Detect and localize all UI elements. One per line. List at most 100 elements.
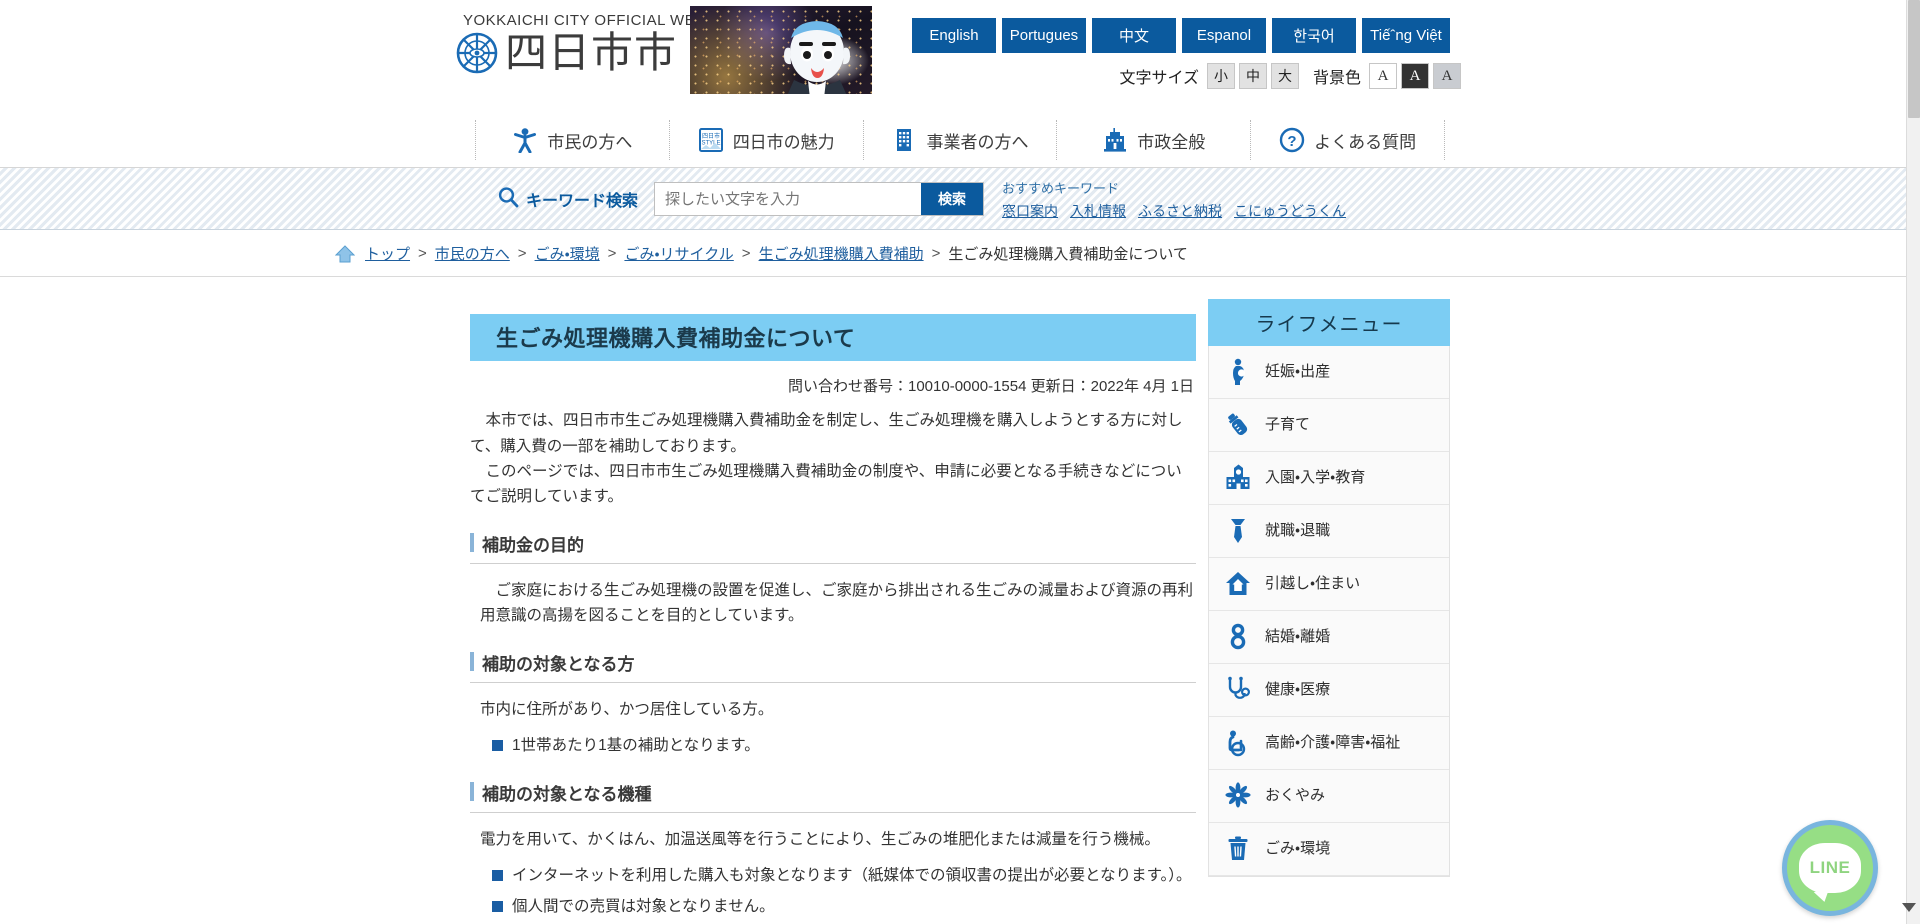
- school-icon: [1225, 464, 1251, 492]
- breadcrumb-link-subsidy[interactable]: 生ごみ処理機購入費補助: [759, 243, 924, 264]
- sidebar-item-moving-housing[interactable]: 引越し・住まい: [1209, 558, 1449, 611]
- sidebar-item-pregnancy[interactable]: 妊娠・出産: [1209, 346, 1449, 399]
- trash-bin-icon: [1225, 835, 1251, 863]
- breadcrumb: トップ > 市民の方へ > ごみ・環境 > ごみ・リサイクル > 生ごみ処理機購…: [334, 230, 1585, 277]
- brand-supertitle: YOKKAICHI CITY OFFICIAL WEBSITE: [463, 12, 742, 29]
- konyudo-kun-mascot-icon: [784, 21, 850, 94]
- svg-text:STYLE: STYLE: [701, 141, 720, 147]
- suggested-keywords-title: おすすめキーワード: [1002, 180, 1120, 196]
- keyword-search-text: キーワード検索: [526, 193, 639, 210]
- bg-color-label: 背景色: [1312, 70, 1361, 87]
- header-hero-image: [690, 6, 872, 94]
- suggested-keyword-link-furusato[interactable]: ふるさと納税: [1138, 201, 1222, 221]
- lang-button-espanol[interactable]: Espanol: [1182, 18, 1266, 53]
- breadcrumb-link-top[interactable]: トップ: [365, 243, 410, 264]
- page-meta-info: 問い合わせ番号：10010-0000-1554 更新日：2022年 4月 1日: [788, 378, 1194, 396]
- section-body-purpose: ご家庭における生ごみ処理機の設置を促進し、ご家庭から排出される生ごみの減量および…: [470, 578, 1196, 628]
- question-mark-icon: ?: [1279, 127, 1305, 153]
- suggested-keywords: おすすめキーワード 窓口案内 入札情報 ふるさと納税 こにゅうどうくん: [1002, 178, 1346, 221]
- gnav-label: 市民の方へ: [547, 132, 633, 152]
- search-submit-button[interactable]: 検索: [921, 183, 984, 215]
- breadcrumb-link-garbage-recycle[interactable]: ごみ・リサイクル: [624, 243, 733, 264]
- line-share-button[interactable]: LINE: [1782, 820, 1878, 916]
- sidebar-title: ライフメニュー: [1208, 299, 1450, 346]
- accessibility-preferences: 文字サイズ 小 中 大 背景色 A A A: [1119, 63, 1465, 89]
- gnav-label: 四日市の魅力: [732, 132, 835, 152]
- home-icon: [334, 244, 356, 264]
- sidebar-item-label: 子育て: [1265, 415, 1311, 433]
- section-paragraph: 市内に住所があり、かつ居住している方。: [480, 701, 774, 719]
- sidebar-item-education[interactable]: 入園・入学・教育: [1209, 452, 1449, 505]
- flower-icon: [1225, 782, 1251, 810]
- global-navigation: 市民の方へ 四日市 STYLE 四日市の魅力 事業者の方へ 市政全般 ? よくあ…: [0, 112, 1920, 168]
- lang-button-portugues[interactable]: Portugues: [1002, 18, 1086, 53]
- sidebar-item-label: 妊娠・出産: [1265, 362, 1331, 380]
- lang-button-chinese[interactable]: 中文: [1092, 18, 1176, 53]
- suggested-keyword-link-konyudokun[interactable]: こにゅうどうくん: [1234, 201, 1346, 221]
- sidebar-item-label: ごみ・環境: [1265, 839, 1331, 857]
- search-bar: キーワード検索 検索 おすすめキーワード 窓口案内 入札情報 ふるさと納税 こに…: [0, 168, 1920, 230]
- breadcrumb-separator: >: [741, 245, 751, 262]
- breadcrumb-link-garbage-environment[interactable]: ごみ・環境: [535, 243, 600, 264]
- section-body-eligible-models: 電力を用いて、かくはん、加温送風等を行うことにより、生ごみの堆肥化または減量を行…: [470, 827, 1196, 919]
- sidebar-item-label: 健康・医療: [1265, 680, 1331, 698]
- scrollbar-thumb[interactable]: [1908, 0, 1920, 118]
- breadcrumb-band: トップ > 市民の方へ > ごみ・環境 > ごみ・リサイクル > 生ごみ処理機購…: [0, 230, 1920, 277]
- gnav-item-citizens[interactable]: 市民の方へ: [475, 120, 669, 160]
- wheelchair-icon: [1225, 729, 1251, 757]
- bg-color-white-button[interactable]: A: [1369, 63, 1397, 89]
- sidebar-item-label: 高齢・介護・障害・福祉: [1265, 733, 1401, 751]
- text-size-large-button[interactable]: 大: [1270, 63, 1299, 89]
- breadcrumb-separator: >: [418, 245, 427, 262]
- scroll-down-caret-icon[interactable]: [1902, 903, 1916, 912]
- page-scrollbar[interactable]: [1906, 0, 1920, 924]
- pregnancy-icon: [1225, 358, 1251, 386]
- text-size-medium-button[interactable]: 中: [1238, 63, 1267, 89]
- intro-paragraph: このページでは、四日市市生ごみ処理機購入費補助金の制度や、申請に必要となる手続き…: [470, 462, 1182, 505]
- page-root: YOKKAICHI CITY OFFICIAL WEBSITE 四日市市 Eng…: [0, 0, 1920, 924]
- lang-button-korean[interactable]: 한국어: [1272, 18, 1356, 53]
- intro-paragraph: 本市では、四日市市生ごみ処理機購入費補助金を制定し、生ごみ処理機を購入しようとす…: [470, 412, 1183, 455]
- sidebar-item-condolences[interactable]: おくやみ: [1209, 770, 1449, 823]
- stethoscope-icon: [1225, 676, 1251, 704]
- suggested-keyword-link-madoguchi[interactable]: 窓口案内: [1002, 201, 1058, 221]
- lang-button-vietnamese[interactable]: Tiếˆng Việt: [1362, 18, 1450, 53]
- section-paragraph: ご家庭における生ごみ処理機の設置を促進し、ご家庭から排出される生ごみの減量および…: [480, 582, 1194, 625]
- line-label: LINE: [1809, 858, 1851, 877]
- sidebar-item-elderly-welfare[interactable]: 高齢・介護・障害・福祉: [1209, 717, 1449, 770]
- life-menu-list: 妊娠・出産 子育て 入園・入学・教育 就職・退職 引越し・住まい 結婚・離婚 健…: [1208, 346, 1450, 877]
- search-field-group: 検索: [654, 182, 985, 216]
- section-heading-eligible-models: 補助の対象となる機種: [470, 780, 1196, 813]
- search-input[interactable]: [655, 183, 922, 215]
- house-icon: [1225, 570, 1251, 598]
- site-logo[interactable]: YOKKAICHI CITY OFFICIAL WEBSITE 四日市市: [455, 12, 742, 90]
- gnav-item-businesses[interactable]: 事業者の方へ: [862, 120, 1057, 160]
- suggested-keyword-link-nyusatsu[interactable]: 入札情報: [1070, 201, 1126, 221]
- breadcrumb-separator: >: [931, 245, 941, 262]
- sidebar-item-label: 引越し・住まい: [1265, 574, 1361, 592]
- svg-text:四日市: 四日市: [702, 132, 720, 140]
- main-column: 生ごみ処理機購入費補助金について 問い合わせ番号：10010-0000-1554…: [470, 299, 1196, 924]
- page-title: 生ごみ処理機購入費補助金について: [470, 313, 1196, 361]
- sidebar-item-garbage-environment[interactable]: ごみ・環境: [1209, 823, 1449, 876]
- section-heading-purpose: 補助金の目的: [470, 531, 1196, 564]
- sidebar-item-health-medical[interactable]: 健康・医療: [1209, 664, 1449, 717]
- breadcrumb-link-citizens[interactable]: 市民の方へ: [435, 243, 510, 264]
- brand-name: 四日市市: [505, 28, 678, 77]
- bg-color-black-button[interactable]: A: [1401, 63, 1429, 89]
- lang-button-english[interactable]: English: [912, 18, 996, 53]
- office-building-icon: [891, 127, 917, 153]
- style-badge-icon: 四日市 STYLE: [698, 127, 724, 153]
- bg-color-gray-button[interactable]: A: [1433, 63, 1461, 89]
- text-size-small-button[interactable]: 小: [1206, 63, 1235, 89]
- gnav-item-city-government[interactable]: 市政全般: [1056, 120, 1250, 160]
- sidebar-item-marriage-divorce[interactable]: 結婚・離婚: [1209, 611, 1449, 664]
- sidebar-item-label: おくやみ: [1265, 786, 1326, 804]
- necktie-icon: [1225, 517, 1251, 545]
- gnav-item-faq[interactable]: ? よくある質問: [1250, 120, 1445, 160]
- sidebar-item-employment[interactable]: 就職・退職: [1209, 505, 1449, 558]
- gnav-item-attractions[interactable]: 四日市 STYLE 四日市の魅力: [668, 120, 863, 160]
- sidebar-item-childcare[interactable]: 子育て: [1209, 399, 1449, 452]
- sidebar-item-label: 入園・入学・教育: [1265, 468, 1366, 486]
- list-item: インターネットを利用した購入も対象となります（紙媒体での領収書の提出が必要となり…: [488, 864, 1196, 887]
